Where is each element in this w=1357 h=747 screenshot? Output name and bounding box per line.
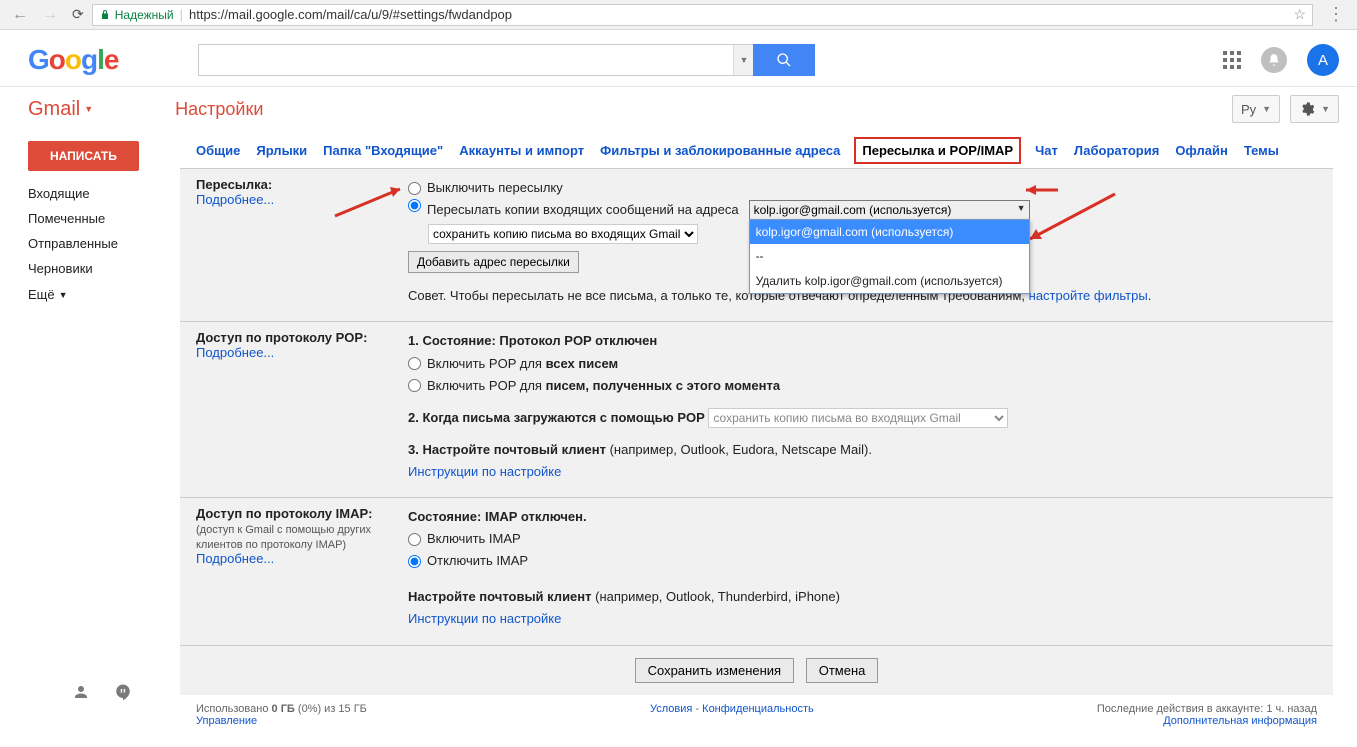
sidebar-item[interactable]: Черновики bbox=[28, 256, 180, 281]
address-bar[interactable]: Надежный | https://mail.google.com/mail/… bbox=[92, 4, 1313, 26]
pop-learn-more[interactable]: Подробнее... bbox=[196, 345, 274, 360]
search-wrap: ▼ bbox=[198, 44, 815, 76]
pop-instructions-link[interactable]: Инструкции по настройке bbox=[408, 464, 561, 479]
gmail-product-label[interactable]: Gmail▼ bbox=[28, 98, 93, 121]
dropdown-option[interactable]: Удалить kolp.igor@gmail.com (используетс… bbox=[750, 269, 1029, 293]
forwarding-off-label: Выключить пересылку bbox=[427, 177, 563, 199]
bookmark-star-icon[interactable]: ☆ bbox=[1293, 6, 1306, 23]
imap-instructions-link[interactable]: Инструкции по настройке bbox=[408, 611, 561, 626]
forwarding-on-radio[interactable] bbox=[408, 199, 421, 212]
secure-badge: Надежный bbox=[99, 8, 174, 22]
pop-enable-all-radio[interactable] bbox=[408, 357, 421, 370]
save-row: Сохранить изменения Отмена bbox=[180, 646, 1333, 695]
settings-tab[interactable]: Аккаунты и импорт bbox=[459, 143, 584, 158]
caret-down-icon: ▼ bbox=[59, 290, 68, 300]
settings-tab[interactable]: Фильтры и заблокированные адреса bbox=[600, 143, 840, 158]
storage-manage-link[interactable]: Управление bbox=[196, 715, 257, 727]
forwarding-learn-more[interactable]: Подробнее... bbox=[196, 192, 274, 207]
search-input[interactable]: ▼ bbox=[198, 44, 753, 76]
save-button[interactable]: Сохранить изменения bbox=[635, 658, 795, 683]
imap-disable-radio[interactable] bbox=[408, 555, 421, 568]
forward-icon[interactable]: → bbox=[42, 6, 58, 24]
nav-arrows: ← → bbox=[6, 6, 64, 24]
sidebar-item[interactable]: Отправленные bbox=[28, 231, 180, 256]
settings-tab[interactable]: Ярлыки bbox=[256, 143, 307, 158]
activity-details-link[interactable]: Дополнительная информация bbox=[1163, 715, 1317, 727]
imap-enable-radio[interactable] bbox=[408, 533, 421, 546]
settings-gear-button[interactable]: ▼ bbox=[1290, 95, 1339, 123]
forward-address-dropdown: kolp.igor@gmail.com (используется) -- Уд… bbox=[749, 219, 1030, 294]
sidebar-more[interactable]: Ещё▼ bbox=[28, 281, 180, 302]
apps-grid-icon[interactable] bbox=[1223, 51, 1241, 69]
main-content: Общие Ярлыки Папка "Входящие" Аккаунты и им… bbox=[180, 137, 1357, 747]
add-forwarding-address-button[interactable]: Добавить адрес пересылки bbox=[408, 251, 579, 273]
compose-button[interactable]: НАПИСАТЬ bbox=[28, 141, 139, 171]
sidebar-item[interactable]: Входящие bbox=[28, 181, 180, 206]
account-avatar[interactable]: А bbox=[1307, 44, 1339, 76]
gear-icon bbox=[1299, 101, 1315, 117]
google-logo[interactable]: Google bbox=[28, 44, 118, 76]
person-icon[interactable] bbox=[72, 683, 90, 701]
settings-tab[interactable]: Темы bbox=[1244, 143, 1279, 158]
settings-panel: Пересылка: Подробнее... Выключить пересы… bbox=[180, 168, 1333, 695]
section-pop: Доступ по протоколу POP: Подробнее... 1.… bbox=[180, 322, 1333, 498]
imap-sublabel: (доступ к Gmail с помощью других клиенто… bbox=[196, 524, 371, 551]
imap-learn-more[interactable]: Подробнее... bbox=[196, 551, 274, 566]
pop-action-select[interactable]: сохранить копию письма во входящих Gmail bbox=[708, 408, 1008, 428]
cancel-button[interactable]: Отмена bbox=[806, 658, 879, 683]
sidebar-item[interactable]: Помеченные bbox=[28, 206, 180, 231]
configure-filters-link[interactable]: настройте фильтры bbox=[1029, 288, 1148, 303]
search-options-caret-icon[interactable]: ▼ bbox=[733, 45, 753, 75]
forward-keep-copy-select[interactable]: сохранить копию письма во входящих Gmail bbox=[428, 224, 698, 244]
settings-tabs: Общие Ярлыки Папка "Входящие" Аккаунты и им… bbox=[180, 137, 1333, 168]
section-forwarding: Пересылка: Подробнее... Выключить пересы… bbox=[180, 169, 1333, 322]
settings-tab[interactable]: Папка "Входящие" bbox=[323, 143, 443, 158]
pop-step2-label: 2. Когда письма загружаются с помощью PO… bbox=[408, 410, 705, 425]
bell-icon bbox=[1267, 53, 1281, 67]
back-icon[interactable]: ← bbox=[12, 6, 28, 24]
settings-tab[interactable]: Пересылка и POP/IMAP bbox=[854, 137, 1021, 164]
terms-link[interactable]: Условия bbox=[650, 703, 692, 715]
forward-address-select[interactable] bbox=[749, 200, 1030, 220]
input-language-button[interactable]: Ру▼ bbox=[1232, 95, 1280, 123]
forwarding-off-radio[interactable] bbox=[408, 182, 421, 195]
lock-icon bbox=[99, 9, 111, 21]
settings-tab[interactable]: Общие bbox=[196, 143, 240, 158]
dropdown-option[interactable]: kolp.igor@gmail.com (используется) bbox=[750, 220, 1029, 244]
imap-label: Доступ по протоколу IMAP: bbox=[196, 506, 408, 521]
google-header: Google ▼ А bbox=[0, 30, 1357, 87]
browser-toolbar: ← → ⟳ Надежный | https://mail.google.com… bbox=[0, 0, 1357, 30]
search-icon bbox=[776, 52, 792, 68]
section-imap: Доступ по протоколу IMAP: (доступ к Gmai… bbox=[180, 498, 1333, 645]
dropdown-option[interactable]: -- bbox=[750, 244, 1029, 268]
privacy-link[interactable]: Конфиденциальность bbox=[702, 703, 814, 715]
reload-icon[interactable]: ⟳ bbox=[72, 6, 84, 23]
forwarding-label: Пересылка: bbox=[196, 177, 408, 192]
activity-label: Последние действия в аккаунте: 1 ч. наза… bbox=[1097, 703, 1317, 715]
url-text: https://mail.google.com/mail/ca/u/9/#set… bbox=[189, 7, 512, 22]
notifications-icon[interactable] bbox=[1261, 47, 1287, 73]
footer: Использовано 0 ГБ (0%) из 15 ГБ Управлен… bbox=[180, 695, 1333, 747]
search-button[interactable] bbox=[753, 44, 815, 76]
page-title: Настройки bbox=[175, 99, 263, 120]
settings-tab[interactable]: Лаборатория bbox=[1074, 143, 1159, 158]
forwarding-on-label: Пересылать копии входящих сообщений на а… bbox=[427, 199, 739, 221]
secure-label: Надежный bbox=[115, 8, 174, 22]
browser-menu-icon[interactable]: ⋮ bbox=[1321, 4, 1351, 25]
settings-tab[interactable]: Чат bbox=[1035, 143, 1058, 158]
pop-label: Доступ по протоколу POP: bbox=[196, 330, 408, 345]
settings-tab[interactable]: Офлайн bbox=[1175, 143, 1228, 158]
pop-enable-now-radio[interactable] bbox=[408, 379, 421, 392]
hangouts-icon[interactable] bbox=[114, 683, 132, 701]
sidebar: НАПИСАТЬ ВходящиеПомеченныеОтправленныеЧ… bbox=[0, 137, 180, 747]
sub-header: Gmail▼ Настройки Ру▼ ▼ bbox=[0, 87, 1357, 137]
caret-down-icon: ▼ bbox=[84, 104, 93, 114]
